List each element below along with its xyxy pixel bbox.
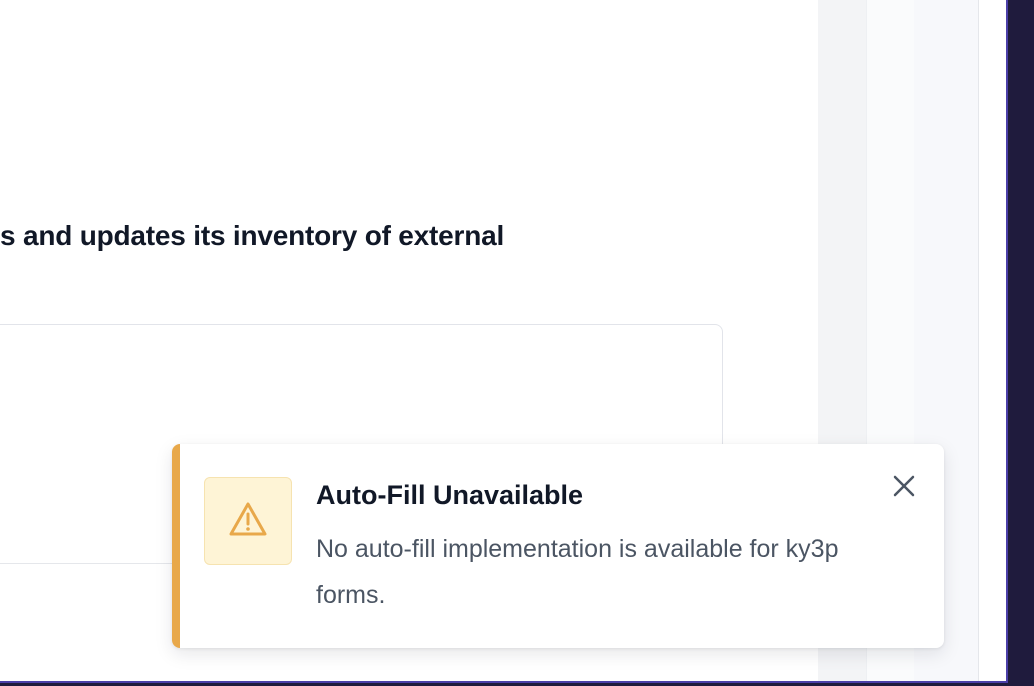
warning-triangle-icon	[228, 501, 268, 542]
toast-notification: Auto-Fill Unavailable No auto-fill imple…	[172, 444, 944, 648]
section-description: s and updates its inventory of external	[0, 220, 505, 251]
toast-accent-bar	[172, 444, 180, 648]
app-frame: s and updates its inventory of external …	[0, 0, 1008, 683]
close-icon[interactable]	[893, 475, 915, 502]
toast-message: No auto-fill implementation is available…	[316, 535, 839, 609]
divider	[0, 563, 200, 564]
window-edge	[978, 0, 1006, 681]
toast-icon-container	[204, 477, 292, 565]
toast-title: Auto-Fill Unavailable	[316, 480, 584, 510]
toast-close-button[interactable]	[884, 468, 924, 508]
